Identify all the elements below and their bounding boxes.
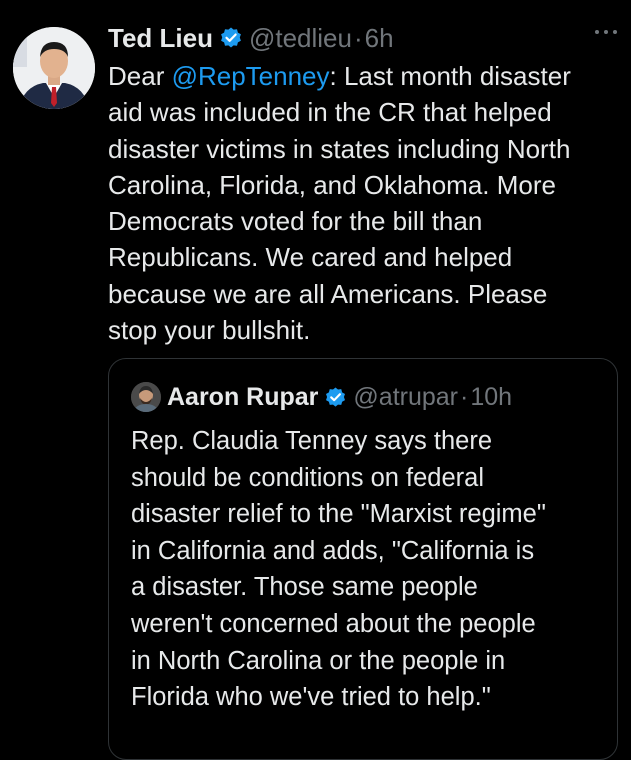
quoted-author-avatar[interactable]: [131, 382, 161, 412]
quoted-text-line: should be conditions on federal: [131, 463, 485, 492]
tweet[interactable]: Ted Lieu @tedlieu · 6h Dear @RepTenney: …: [0, 0, 631, 760]
tweet-timestamp[interactable]: 6h: [365, 20, 394, 56]
tweet-header: Ted Lieu @tedlieu · 6h: [108, 20, 611, 56]
verified-badge-icon: [324, 386, 347, 409]
quoted-text-line: disaster relief to the "Marxist regime": [131, 500, 546, 529]
tweet-text-suffix: : Last month disaster: [329, 61, 571, 91]
quoted-text-line: in North Carolina or the people in: [131, 646, 506, 675]
verified-badge-icon: [219, 26, 243, 50]
quoted-tweet-timestamp[interactable]: 10h: [470, 383, 512, 412]
quoted-text-line: Florida who we've tried to help.": [131, 683, 491, 712]
tweet-text-line: Carolina, Florida, and Oklahoma. More: [108, 169, 556, 200]
tweet-text-line: Democrats voted for the bill than: [108, 206, 483, 237]
tweet-text-line: disaster victims in states including Nor…: [108, 133, 571, 164]
quoted-author-name[interactable]: Aaron Rupar: [167, 383, 318, 412]
tweet-text-line: aid was included in the CR that helped: [108, 97, 552, 128]
mention-link[interactable]: @RepTenney: [172, 61, 330, 91]
separator-dot: ·: [353, 23, 363, 53]
quoted-tweet[interactable]: Aaron Rupar @atrupar · 10h Rep. Claudia …: [108, 358, 618, 760]
separator-dot: ·: [460, 382, 469, 411]
tweet-text-prefix: Dear: [108, 61, 172, 91]
tweet-text-line: stop your bullshit.: [108, 315, 311, 346]
quoted-text-line: a disaster. Those same people: [131, 573, 478, 602]
author-name[interactable]: Ted Lieu: [108, 20, 213, 56]
author-avatar[interactable]: [13, 27, 95, 109]
quoted-text-line: weren't concerned about the people: [131, 609, 536, 638]
quoted-text-line: in California and adds, "California is: [131, 536, 535, 565]
more-options-icon[interactable]: [595, 26, 617, 38]
tweet-text: Dear @RepTenney: Last month disaster aid…: [108, 58, 623, 348]
tweet-text-line: Republicans. We cared and helped: [108, 242, 513, 273]
quoted-tweet-text: Rep. Claudia Tenney says there should be…: [131, 423, 611, 716]
author-handle[interactable]: @tedlieu: [249, 20, 352, 56]
tweet-text-line: Dear @RepTenney: Last month disaster: [108, 58, 623, 94]
quoted-author-handle[interactable]: @atrupar: [353, 383, 458, 412]
tweet-text-line: because we are all Americans. Please: [108, 278, 548, 309]
quoted-text-line: Rep. Claudia Tenney says there: [131, 427, 492, 455]
quoted-tweet-header: Aaron Rupar @atrupar · 10h: [131, 377, 512, 417]
